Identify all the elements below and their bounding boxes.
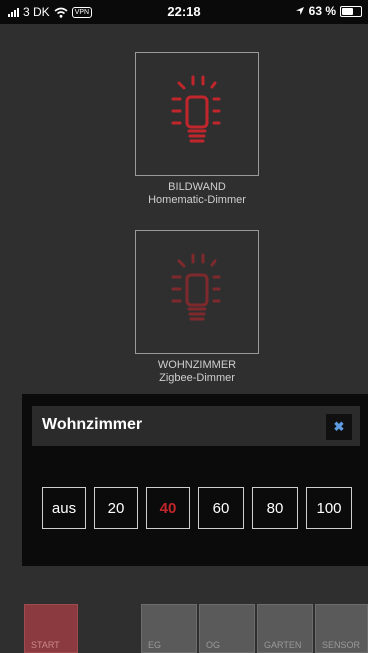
bottom-nav: START EG OG GARTEN SENSOR xyxy=(0,604,368,653)
nav-start-button[interactable]: START xyxy=(24,604,78,653)
status-right: 63 % xyxy=(295,4,362,18)
nav-eg-label: EG xyxy=(148,640,162,650)
status-bar: 3 DK VPN 22:18 63 % xyxy=(0,0,368,24)
nav-sensor-label: SENSOR xyxy=(322,640,361,650)
device-wohnzimmer[interactable]: WOHNZIMMER Zigbee-Dimmer xyxy=(135,230,259,385)
dimmer-levels: aus 20 40 60 80 100 xyxy=(42,487,352,529)
level-button-100[interactable]: 100 xyxy=(306,487,352,529)
nav-garten-button[interactable]: GARTEN xyxy=(257,604,313,653)
nav-og-button[interactable]: OG xyxy=(199,604,255,653)
battery-fill xyxy=(342,7,353,15)
battery-percent: 63 % xyxy=(308,4,336,18)
dimmer-popup: Wohnzimmer ✖ aus 20 40 60 80 100 xyxy=(22,394,368,566)
nav-sensor-button[interactable]: SENSOR xyxy=(315,604,368,653)
close-button[interactable]: ✖ xyxy=(326,414,352,440)
device-bildwand[interactable]: BILDWAND Homematic-Dimmer xyxy=(135,52,259,207)
nav-start-label: START xyxy=(31,640,60,650)
nav-garten-label: GARTEN xyxy=(264,640,302,650)
bulb-icon xyxy=(171,75,221,143)
nav-og-label: OG xyxy=(206,640,221,650)
level-button-60[interactable]: 60 xyxy=(198,487,244,529)
device-name: BILDWAND xyxy=(168,181,226,193)
nav-eg-button[interactable]: EG xyxy=(141,604,197,653)
location-arrow-icon xyxy=(295,7,304,15)
popup-title: Wohnzimmer xyxy=(42,416,143,433)
level-button-40[interactable]: 40 xyxy=(146,487,190,529)
battery-icon xyxy=(340,5,362,17)
device-tile[interactable] xyxy=(135,230,259,354)
level-button-80[interactable]: 80 xyxy=(252,487,298,529)
device-type: Zigbee-Dimmer xyxy=(159,372,235,384)
level-button-aus[interactable]: aus xyxy=(42,487,86,529)
device-type: Homematic-Dimmer xyxy=(148,194,246,206)
bulb-icon xyxy=(171,253,221,321)
popup-header: Wohnzimmer ✖ xyxy=(32,406,360,446)
level-button-20[interactable]: 20 xyxy=(94,487,138,529)
device-tile[interactable] xyxy=(135,52,259,176)
device-name: WOHNZIMMER xyxy=(157,359,237,371)
